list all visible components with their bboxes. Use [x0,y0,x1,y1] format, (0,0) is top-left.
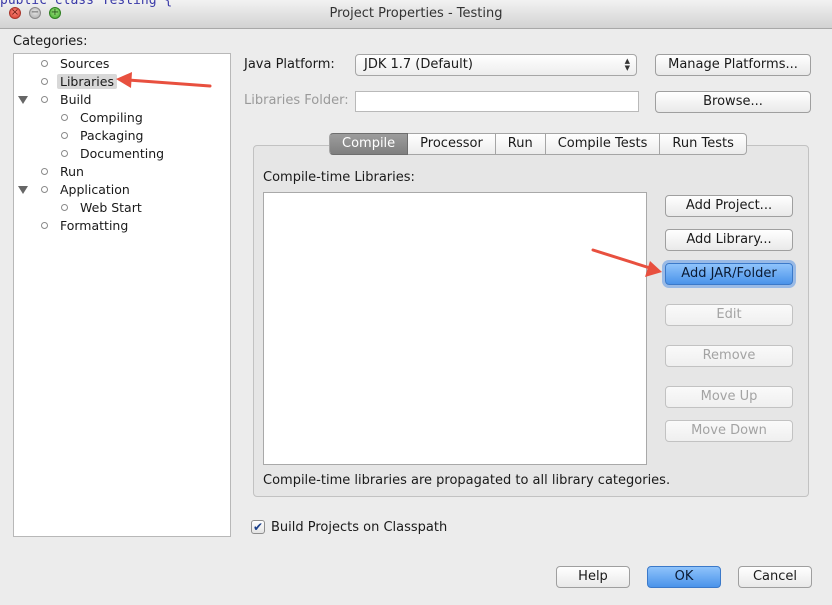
java-platform-select[interactable]: JDK 1.7 (Default) ▲ ▼ [355,54,637,76]
add-jar-folder-button[interactable]: Add JAR/Folder [665,263,793,285]
tree-node-icon [41,168,48,175]
libraries-folder-field[interactable] [355,91,639,112]
categories-label: Categories: [13,34,88,49]
tree-item-compiling[interactable]: Compiling [80,109,143,127]
tree-node-icon [41,78,48,85]
ok-button[interactable]: OK [647,566,721,588]
tree-item-libraries-label: Libraries [57,74,117,89]
browse-button[interactable]: Browse... [655,91,811,113]
build-on-classpath-label[interactable]: Build Projects on Classpath [271,520,447,535]
tree-item-packaging[interactable]: Packaging [80,127,143,145]
tree-node-icon [41,96,48,103]
updown-arrows-icon: ▲ ▼ [624,57,630,72]
java-platform-value: JDK 1.7 (Default) [364,57,473,72]
categories-tree[interactable]: Sources Libraries Build Compiling Packag… [13,53,231,537]
tree-node-icon [61,132,68,139]
libraries-folder-label: Libraries Folder: [244,93,349,108]
tab-compile-tests[interactable]: Compile Tests [545,133,661,155]
tree-node-icon [41,222,48,229]
build-on-classpath-checkbox[interactable]: ✔ [251,520,265,534]
help-button[interactable]: Help [556,566,630,588]
tree-item-libraries[interactable]: Libraries [57,73,117,91]
propagation-note: Compile-time libraries are propagated to… [263,473,671,488]
add-library-button[interactable]: Add Library... [665,229,793,251]
tree-node-icon [41,186,48,193]
cancel-button[interactable]: Cancel [738,566,812,588]
remove-button[interactable]: Remove [665,345,793,367]
tab-processor[interactable]: Processor [408,133,496,155]
tab-run[interactable]: Run [495,133,546,155]
java-platform-label: Java Platform: [244,57,335,72]
window-title: Project Properties - Testing [329,6,503,21]
edit-button[interactable]: Edit [665,304,793,326]
tree-item-formatting[interactable]: Formatting [60,217,128,235]
compile-time-libraries-list[interactable] [263,192,647,465]
tree-item-sources[interactable]: Sources [60,55,109,73]
tree-item-run[interactable]: Run [60,163,84,181]
tree-node-icon [61,204,68,211]
tree-item-application[interactable]: Application [60,181,130,199]
manage-platforms-button[interactable]: Manage Platforms... [655,54,811,76]
add-project-button[interactable]: Add Project... [665,195,793,217]
tree-item-documenting[interactable]: Documenting [80,145,164,163]
checkmark-icon: ✔ [252,520,264,534]
expand-arrow-icon[interactable] [18,96,28,104]
tree-item-build[interactable]: Build [60,91,91,109]
expand-arrow-icon[interactable] [18,186,28,194]
compile-time-libraries-label: Compile-time Libraries: [263,170,415,185]
tree-node-icon [41,60,48,67]
move-down-button[interactable]: Move Down [665,420,793,442]
tab-run-tests[interactable]: Run Tests [660,133,747,155]
move-up-button[interactable]: Move Up [665,386,793,408]
tree-item-web-start[interactable]: Web Start [80,199,142,217]
tree-node-icon [61,150,68,157]
tab-bar: Compile Processor Run Compile Tests Run … [329,133,747,155]
title-bar: public class Testing { × − + Project Pro… [0,0,832,29]
tree-node-icon [61,114,68,121]
tab-compile[interactable]: Compile [329,133,409,155]
